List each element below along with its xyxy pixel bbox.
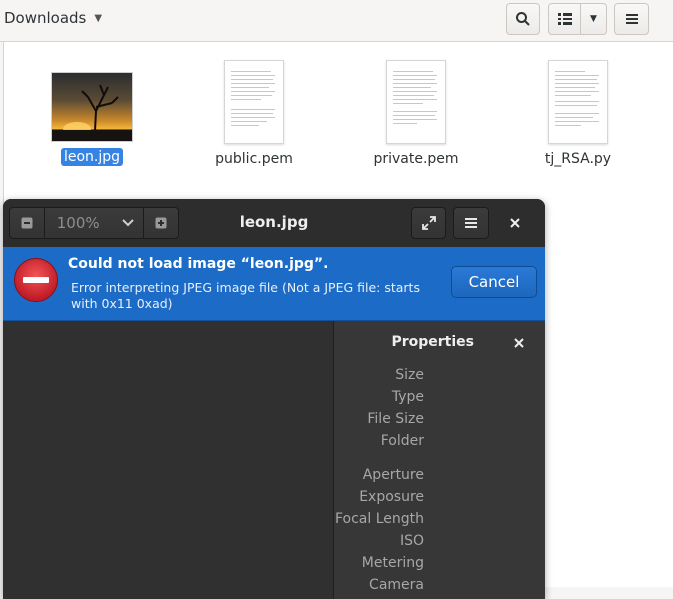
property-label: Aperture: [362, 467, 424, 483]
properties-close-button[interactable]: [514, 333, 524, 352]
property-label: Camera: [369, 577, 424, 593]
hamburger-menu-icon: [465, 218, 477, 228]
fullscreen-icon: [421, 216, 436, 230]
error-title: Could not load image “leon.jpg”.: [68, 256, 329, 272]
document-thumbnail: [386, 60, 446, 144]
property-label: File Size: [367, 411, 424, 427]
chevron-down-icon: ▼: [590, 14, 597, 24]
file-item-tj-rsa[interactable]: tj_RSA.py: [518, 60, 638, 168]
image-canvas: [3, 321, 333, 599]
image-viewer-window: 100% leon.jpg Could not load image “leon…: [3, 199, 545, 599]
menu-button[interactable]: [614, 3, 649, 35]
property-label: Exposure: [359, 489, 424, 505]
property-label: Type: [391, 389, 424, 405]
files-headerbar: Downloads ▼ ▼: [0, 0, 673, 42]
search-icon: [516, 12, 530, 26]
properties-title: Properties: [391, 334, 474, 350]
property-label: ISO: [399, 533, 424, 549]
document-thumbnail: [548, 60, 608, 144]
property-label: Folder: [380, 433, 424, 449]
search-button[interactable]: [506, 3, 540, 35]
viewer-headerbar: 100% leon.jpg: [3, 199, 545, 248]
property-label: Size: [395, 367, 424, 383]
location-label: Downloads: [4, 9, 87, 27]
chevron-down-icon: [121, 219, 134, 227]
zoom-out-button[interactable]: [10, 208, 45, 238]
document-thumbnail: [224, 60, 284, 144]
close-icon: [510, 218, 520, 228]
error-detail: Error interpreting JPEG image file (Not …: [71, 280, 420, 311]
chevron-down-icon: ▼: [94, 12, 103, 24]
window-title: leon.jpg: [239, 213, 309, 231]
file-item-public-pem[interactable]: public.pem: [194, 60, 314, 168]
tree-silhouette-icon: [52, 84, 132, 141]
zoom-dropdown-button[interactable]: [112, 208, 145, 238]
file-name: public.pem: [215, 151, 293, 167]
hamburger-menu-icon: [625, 14, 638, 24]
cancel-button[interactable]: Cancel: [451, 266, 537, 298]
error-icon: [14, 258, 58, 302]
property-label: Focal Length: [334, 511, 424, 527]
zoom-out-icon: [21, 217, 33, 229]
property-label: Metering: [361, 555, 424, 571]
viewer-menu-button[interactable]: [453, 207, 489, 239]
file-item-private-pem[interactable]: private.pem: [356, 60, 476, 168]
file-item-leon[interactable]: leon.jpg: [32, 72, 152, 166]
error-infobar: Could not load image “leon.jpg”. Error i…: [3, 247, 545, 321]
close-button[interactable]: [505, 213, 525, 233]
image-thumbnail: [51, 72, 133, 142]
zoom-in-icon: [155, 217, 167, 229]
properties-sidebar: Properties Size Type File Size Folder Ap…: [333, 321, 545, 599]
close-icon: [514, 338, 524, 348]
view-mode-button[interactable]: [548, 3, 581, 35]
file-name: tj_RSA.py: [544, 151, 612, 167]
file-name: leon.jpg: [60, 148, 124, 166]
fullscreen-button[interactable]: [411, 207, 446, 239]
zoom-level[interactable]: 100%: [45, 208, 112, 238]
list-view-icon: [557, 13, 572, 25]
file-name: private.pem: [373, 151, 459, 167]
zoom-control: 100%: [9, 207, 179, 239]
zoom-in-button[interactable]: [144, 208, 178, 238]
location-button[interactable]: Downloads ▼: [4, 9, 102, 27]
view-options-button[interactable]: ▼: [580, 3, 607, 35]
